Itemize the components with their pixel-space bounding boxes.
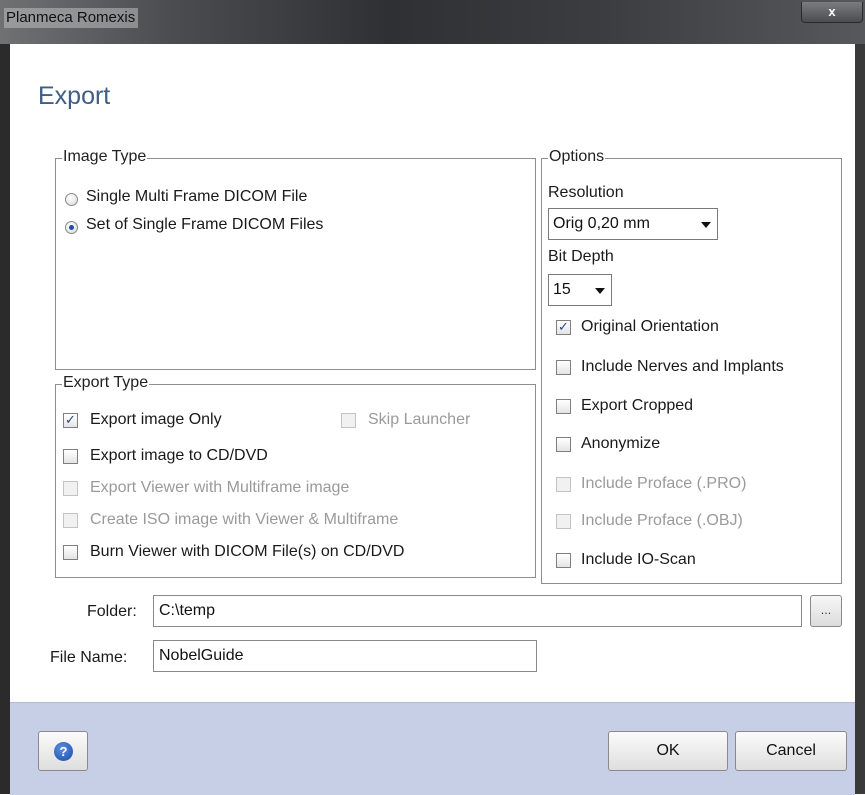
- radio-button-icon[interactable]: [65, 193, 78, 206]
- checkbox-icon[interactable]: [63, 545, 78, 560]
- help-button[interactable]: ?: [38, 731, 88, 771]
- file-name-label: File Name:: [50, 649, 128, 666]
- export-cd-dvd-label: Export image to CD/DVD: [90, 447, 268, 464]
- original-orientation-label: Original Orientation: [581, 318, 719, 335]
- bit-depth-label: Bit Depth: [548, 248, 614, 265]
- include-nerves-implants-label: Include Nerves and Implants: [581, 358, 784, 375]
- skip-launcher-label: Skip Launcher: [368, 411, 471, 428]
- resolution-label: Resolution: [548, 184, 624, 201]
- bit-depth-value: 15: [553, 281, 571, 298]
- export-cropped-label: Export Cropped: [581, 397, 694, 414]
- include-proface-obj-label: Include Proface (.OBJ): [581, 512, 743, 529]
- anonymize-label: Anonymize: [581, 435, 661, 452]
- file-name-input[interactable]: NobelGuide: [153, 640, 537, 672]
- checkbox-checked-icon[interactable]: ✓: [556, 320, 571, 335]
- title-bar: Planmeca Romexis x: [0, 0, 865, 44]
- resolution-value: Orig 0,20 mm: [553, 215, 650, 232]
- options-legend: Options: [548, 148, 606, 166]
- dialog-body: Export Image Type Single Multi Frame DIC…: [10, 44, 855, 795]
- checkbox-icon[interactable]: [556, 437, 571, 452]
- dialog-footer: ? OK Cancel: [10, 702, 855, 795]
- checkbox-icon[interactable]: [556, 360, 571, 375]
- include-proface-pro-label: Include Proface (.PRO): [581, 475, 747, 492]
- dropdown-arrow-icon: [595, 288, 605, 294]
- help-icon: ?: [54, 742, 73, 761]
- folder-input[interactable]: C:\temp: [153, 595, 802, 627]
- radio-button-selected-icon[interactable]: [65, 221, 78, 234]
- checkbox-icon[interactable]: [63, 481, 78, 496]
- burn-viewer-label: Burn Viewer with DICOM File(s) on CD/DVD: [90, 543, 405, 560]
- radio-single-multi-frame-label: Single Multi Frame DICOM File: [86, 188, 308, 205]
- checkbox-checked-icon[interactable]: ✓: [63, 413, 78, 428]
- checkbox-icon[interactable]: [63, 449, 78, 464]
- window-title: Planmeca Romexis: [4, 8, 139, 28]
- dialog-heading: Export: [38, 82, 111, 110]
- ok-button[interactable]: OK: [608, 731, 728, 771]
- image-type-legend: Image Type: [62, 148, 148, 166]
- browse-folder-button[interactable]: ...: [810, 595, 842, 627]
- window-frame-left: [0, 44, 10, 794]
- export-viewer-multiframe-label: Export Viewer with Multiframe image: [90, 479, 350, 496]
- radio-set-single-frame-label: Set of Single Frame DICOM Files: [86, 216, 324, 233]
- resolution-select[interactable]: Orig 0,20 mm: [548, 208, 718, 240]
- folder-label: Folder:: [87, 603, 137, 620]
- checkbox-icon[interactable]: [556, 477, 571, 492]
- checkbox-icon[interactable]: [556, 553, 571, 568]
- close-button[interactable]: x: [801, 2, 863, 23]
- export-image-only-label: Export image Only: [90, 411, 222, 428]
- checkbox-icon[interactable]: [556, 514, 571, 529]
- create-iso-image-label: Create ISO image with Viewer & Multifram…: [90, 511, 399, 528]
- cancel-button[interactable]: Cancel: [735, 731, 847, 771]
- window-frame-right: [855, 44, 865, 794]
- bit-depth-select[interactable]: 15: [548, 274, 612, 306]
- export-type-legend: Export Type: [62, 374, 150, 392]
- checkbox-icon[interactable]: [63, 513, 78, 528]
- include-io-scan-label: Include IO-Scan: [581, 551, 696, 568]
- dropdown-arrow-icon: [701, 222, 711, 228]
- checkbox-icon[interactable]: [341, 413, 356, 428]
- checkbox-icon[interactable]: [556, 399, 571, 414]
